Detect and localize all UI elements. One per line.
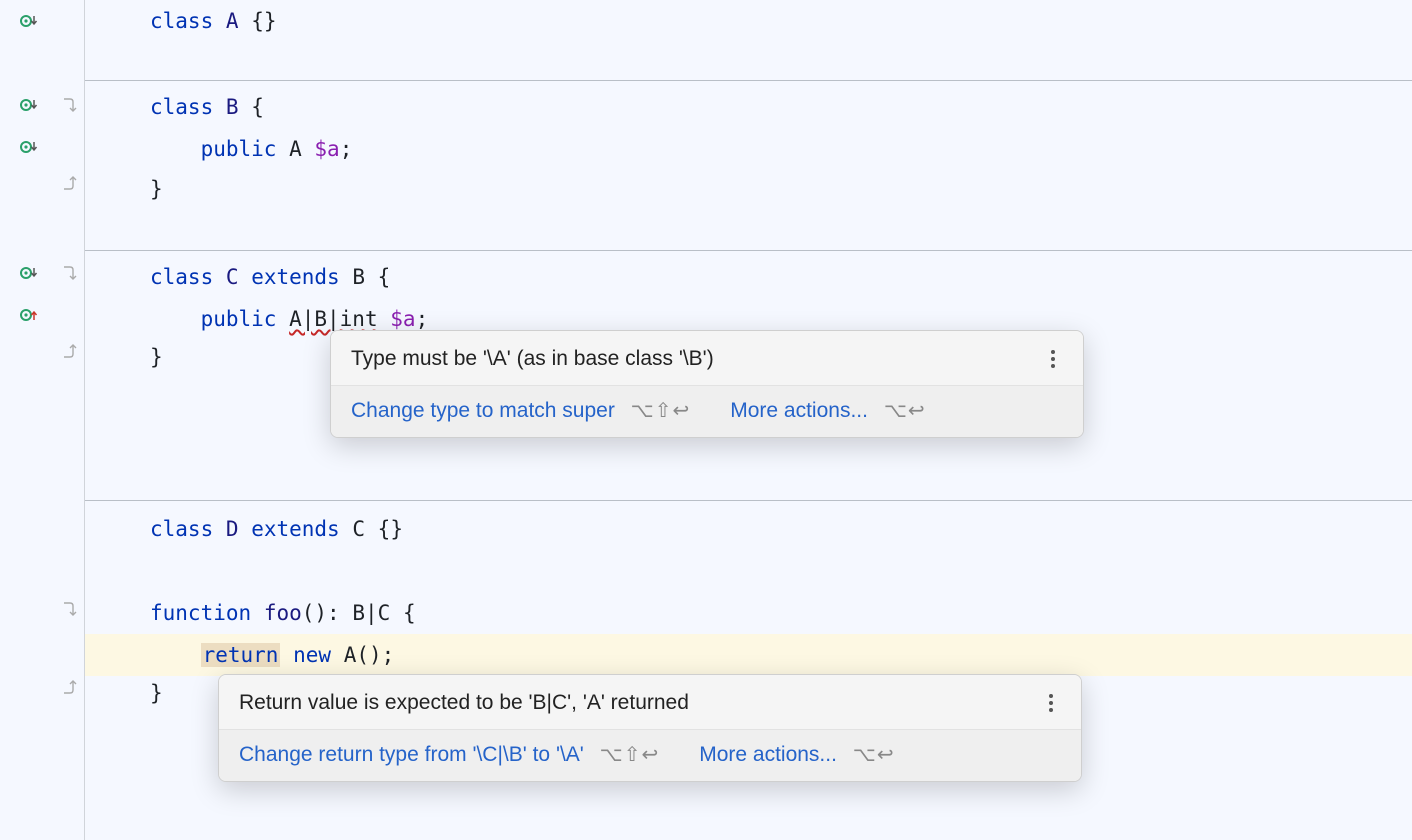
quick-fix-primary[interactable]: Change return type from '\C|\B' to '\A' — [239, 743, 584, 766]
brace-close: } — [150, 681, 163, 705]
code-line: class C extends B { — [85, 256, 1412, 298]
fold-end-icon[interactable] — [61, 174, 79, 192]
more-actions-link[interactable]: More actions... — [699, 743, 837, 766]
type-name: D — [226, 517, 239, 541]
parens: () — [356, 643, 381, 667]
shortcut-label: ⌥⇧↩ — [631, 400, 691, 422]
semicolon: ; — [382, 643, 395, 667]
section-rule — [85, 500, 1412, 501]
braces: {} — [378, 517, 403, 541]
fold-gutter — [55, 0, 85, 840]
override-down-icon[interactable] — [18, 94, 40, 116]
code-line: function foo(): B|C { — [85, 592, 1412, 634]
variable: $a — [314, 137, 339, 161]
inspection-popup: Type must be '\A' (as in base class '\B'… — [330, 330, 1084, 438]
more-options-icon[interactable] — [1041, 693, 1061, 713]
shortcut-label: ⌥↩ — [884, 400, 926, 422]
brace-open: { — [378, 265, 391, 289]
override-down-icon[interactable] — [18, 10, 40, 32]
fold-start-icon[interactable] — [61, 96, 79, 114]
section-rule — [85, 250, 1412, 251]
quick-fix-primary[interactable]: Change type to match super — [351, 399, 615, 422]
keyword-new: new — [293, 643, 331, 667]
base-type: C — [352, 517, 365, 541]
keyword-extends: extends — [251, 265, 340, 289]
code-line: class A {} — [85, 0, 1412, 42]
more-actions-link[interactable]: More actions... — [730, 399, 868, 422]
shortcut-label: ⌥⇧↩ — [600, 744, 660, 766]
keyword-class: class — [150, 9, 213, 33]
inspection-message: Type must be '\A' (as in base class '\B'… — [351, 347, 714, 371]
type-hint-error: A|B|int — [289, 307, 378, 331]
keyword-class: class — [150, 517, 213, 541]
fold-start-icon[interactable] — [61, 264, 79, 282]
base-type: B — [352, 265, 365, 289]
keyword-function: function — [150, 601, 251, 625]
colon: : — [327, 601, 340, 625]
keyword-extends: extends — [251, 517, 340, 541]
implements-up-icon[interactable] — [18, 304, 40, 326]
fold-start-icon[interactable] — [61, 600, 79, 618]
override-down-icon[interactable] — [18, 262, 40, 284]
fold-end-icon[interactable] — [61, 342, 79, 360]
fold-end-icon[interactable] — [61, 678, 79, 696]
variable: $a — [390, 307, 415, 331]
type-name: A — [226, 9, 239, 33]
code-line: public A $a; — [85, 128, 1412, 170]
brace-open: { — [403, 601, 416, 625]
brace-close: } — [150, 345, 163, 369]
code-line: class D extends C {} — [85, 508, 1412, 550]
keyword-class: class — [150, 95, 213, 119]
parens: () — [302, 601, 327, 625]
code-line: } — [85, 168, 1412, 210]
more-options-icon[interactable] — [1043, 349, 1063, 369]
code-line-highlight: return new A(); — [85, 634, 1412, 676]
keyword-public: public — [201, 137, 277, 161]
semicolon: ; — [340, 137, 353, 161]
code-line: class B { — [85, 86, 1412, 128]
shortcut-label: ⌥↩ — [853, 744, 895, 766]
type-hint: A — [289, 137, 302, 161]
class-ref: A — [344, 643, 357, 667]
gutter — [0, 0, 55, 840]
keyword-class: class — [150, 265, 213, 289]
inspection-popup: Return value is expected to be 'B|C', 'A… — [218, 674, 1082, 782]
type-name: B — [226, 95, 239, 119]
braces: {} — [251, 9, 276, 33]
inspection-message: Return value is expected to be 'B|C', 'A… — [239, 691, 689, 715]
brace-close: } — [150, 177, 163, 201]
override-down-icon[interactable] — [18, 136, 40, 158]
keyword-public: public — [201, 307, 277, 331]
section-rule — [85, 80, 1412, 81]
brace-open: { — [251, 95, 264, 119]
semicolon: ; — [416, 307, 429, 331]
keyword-return: return — [203, 643, 279, 667]
type-name: C — [226, 265, 239, 289]
function-name: foo — [264, 601, 302, 625]
return-type: B|C — [352, 601, 390, 625]
